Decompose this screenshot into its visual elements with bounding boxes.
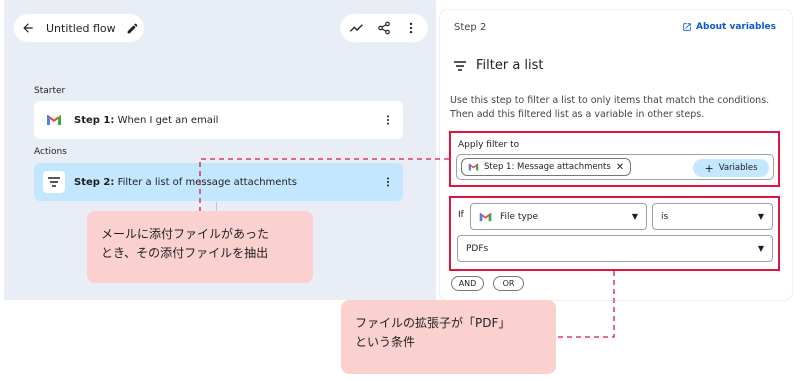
callout-trigger-line2: とき、その添付ファイルを抽出 <box>101 246 269 260</box>
callout-condition-line2: という条件 <box>355 335 416 349</box>
callout-condition: ファイルの拡張子が「PDF」 という条件 <box>341 300 556 374</box>
callout-condition-line1: ファイルの拡張子が「PDF」 <box>355 316 511 330</box>
callout-trigger-line1: メールに添付ファイルがあった <box>101 227 270 241</box>
callout-trigger: メールに添付ファイルがあった とき、その添付ファイルを抽出 <box>87 211 313 283</box>
